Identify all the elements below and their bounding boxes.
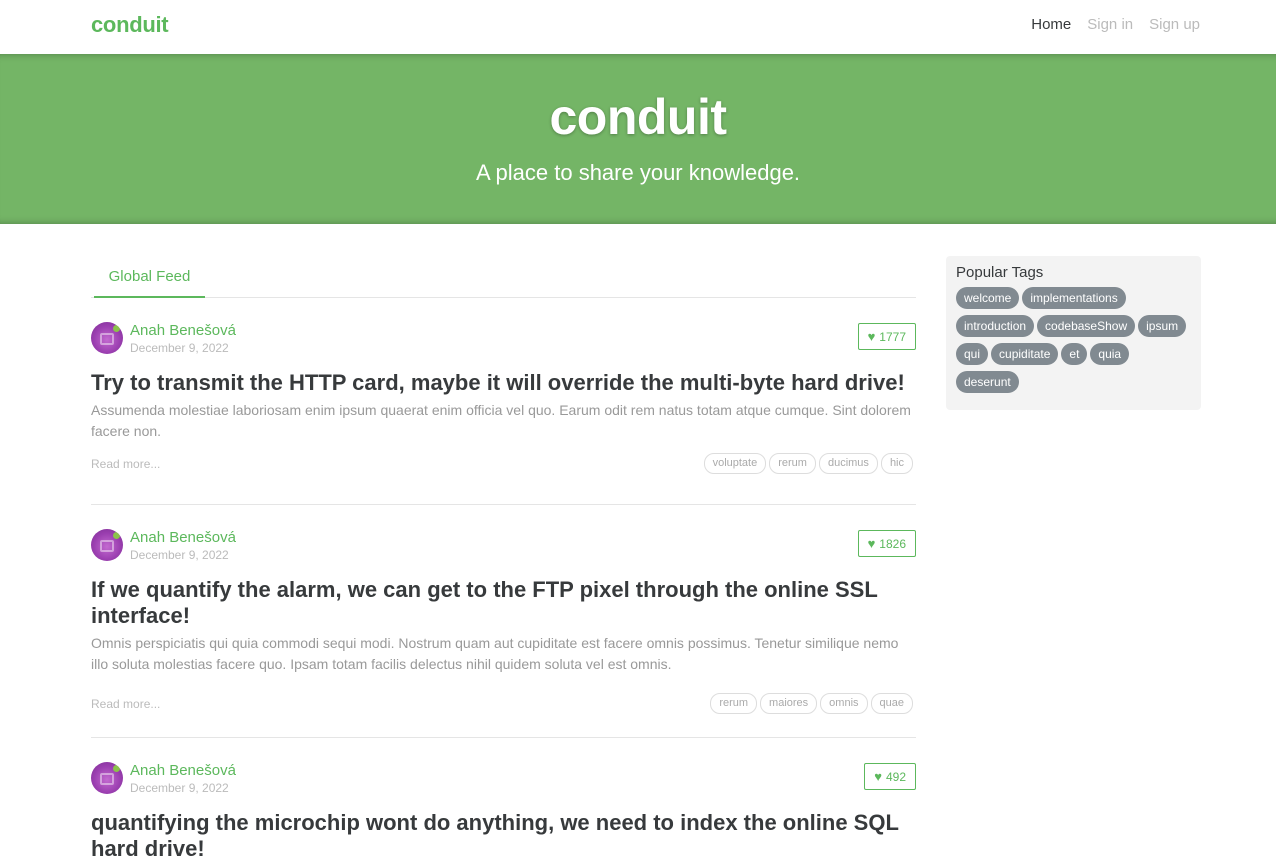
sidebar-title: Popular Tags — [956, 264, 1044, 281]
article-description: Omnis perspiciatis qui quia commodi sequ… — [91, 635, 899, 672]
article-title[interactable]: If we quantify the alarm, we can get to … — [91, 577, 916, 629]
article-tag: rerum — [769, 453, 816, 474]
article-description: Assumenda molestiae laboriosam enim ipsu… — [91, 402, 911, 439]
article-date: December 9, 2022 — [130, 548, 229, 562]
avatar[interactable] — [91, 529, 123, 561]
tab-global-feed[interactable]: Global Feed — [94, 256, 205, 298]
article-tag: rerum — [710, 693, 758, 714]
article-tag: hic — [880, 453, 913, 474]
favorite-button[interactable]: ♥ 1826 — [857, 530, 916, 557]
tag-list: welcome implementations introduction cod… — [956, 287, 1191, 396]
brand-logo[interactable]: conduit — [91, 12, 169, 38]
author-name[interactable]: Anah Benešová — [130, 322, 236, 339]
nav-link-sign-up[interactable]: Sign up — [1149, 16, 1200, 33]
favorite-button[interactable]: ♥ 1777 — [857, 323, 916, 350]
article-preview: Anah Benešová December 9, 2022 ♥ 1826 If… — [91, 505, 916, 738]
avatar[interactable] — [91, 762, 123, 794]
banner-subtitle: A place to share your knowledge. — [475, 160, 801, 185]
heart-icon: ♥ — [874, 769, 882, 784]
nav-link-home[interactable]: Home — [1031, 16, 1071, 33]
article-tag: ducimus — [818, 453, 878, 474]
read-more-link[interactable]: Read more... — [91, 697, 160, 711]
author-name[interactable]: Anah Benešová — [130, 762, 236, 779]
tag-pill[interactable]: deserunt — [956, 371, 1019, 393]
heart-icon: ♥ — [867, 536, 876, 551]
favorite-count: 1826 — [879, 536, 906, 551]
tag-pill[interactable]: codebaseShow — [1037, 315, 1136, 337]
hero-banner: conduit A place to share your knowledge. — [0, 54, 1276, 224]
author-name[interactable]: Anah Benešová — [130, 529, 236, 546]
avatar[interactable] — [91, 322, 123, 354]
article-date: December 9, 2022 — [130, 781, 229, 795]
navbar: conduit Home Sign in Sign up — [0, 0, 1276, 54]
article-date: December 9, 2022 — [130, 341, 229, 355]
article-title[interactable]: Try to transmit the HTTP card, maybe it … — [91, 370, 916, 396]
feed-toggle: Global Feed — [91, 256, 916, 298]
tag-pill[interactable]: ipsum — [1138, 315, 1187, 337]
tag-pill[interactable]: introduction — [956, 315, 1035, 337]
heart-icon: ♥ — [867, 329, 876, 344]
nav-links: Home Sign in Sign up — [1031, 16, 1200, 33]
article-preview: Anah Benešová December 9, 2022 ♥ 492 qua… — [91, 738, 916, 861]
article-feed: Global Feed Anah Benešová December 9, 20… — [91, 256, 916, 861]
article-tag: voluptate — [703, 453, 767, 474]
favorite-count: 1777 — [879, 329, 906, 344]
tag-pill[interactable]: qui — [956, 343, 989, 365]
nav-link-sign-in[interactable]: Sign in — [1087, 16, 1133, 33]
tag-pill[interactable]: cupiditate — [991, 343, 1059, 365]
favorite-count: 492 — [885, 769, 906, 784]
banner-title: conduit — [549, 89, 727, 145]
article-tag-list: rerum maiores omnis quae — [710, 693, 913, 714]
tag-pill[interactable]: welcome — [956, 287, 1020, 309]
favorite-button[interactable]: ♥ 492 — [864, 763, 916, 790]
tag-pill[interactable]: quia — [1090, 343, 1130, 365]
article-preview: Anah Benešová December 9, 2022 ♥ 1777 Tr… — [91, 298, 916, 505]
article-tag: quae — [870, 693, 913, 714]
read-more-link[interactable]: Read more... — [91, 457, 160, 471]
article-title[interactable]: quantifying the microchip wont do anythi… — [91, 810, 916, 862]
tag-pill[interactable]: et — [1061, 343, 1088, 365]
article-tag-list: voluptate rerum ducimus hic — [703, 453, 913, 474]
popular-tags-sidebar: Popular Tags welcome implementations int… — [946, 256, 1201, 410]
article-tag: maiores — [760, 693, 818, 714]
tag-pill[interactable]: implementations — [1022, 287, 1126, 309]
article-tag: omnis — [820, 693, 868, 714]
